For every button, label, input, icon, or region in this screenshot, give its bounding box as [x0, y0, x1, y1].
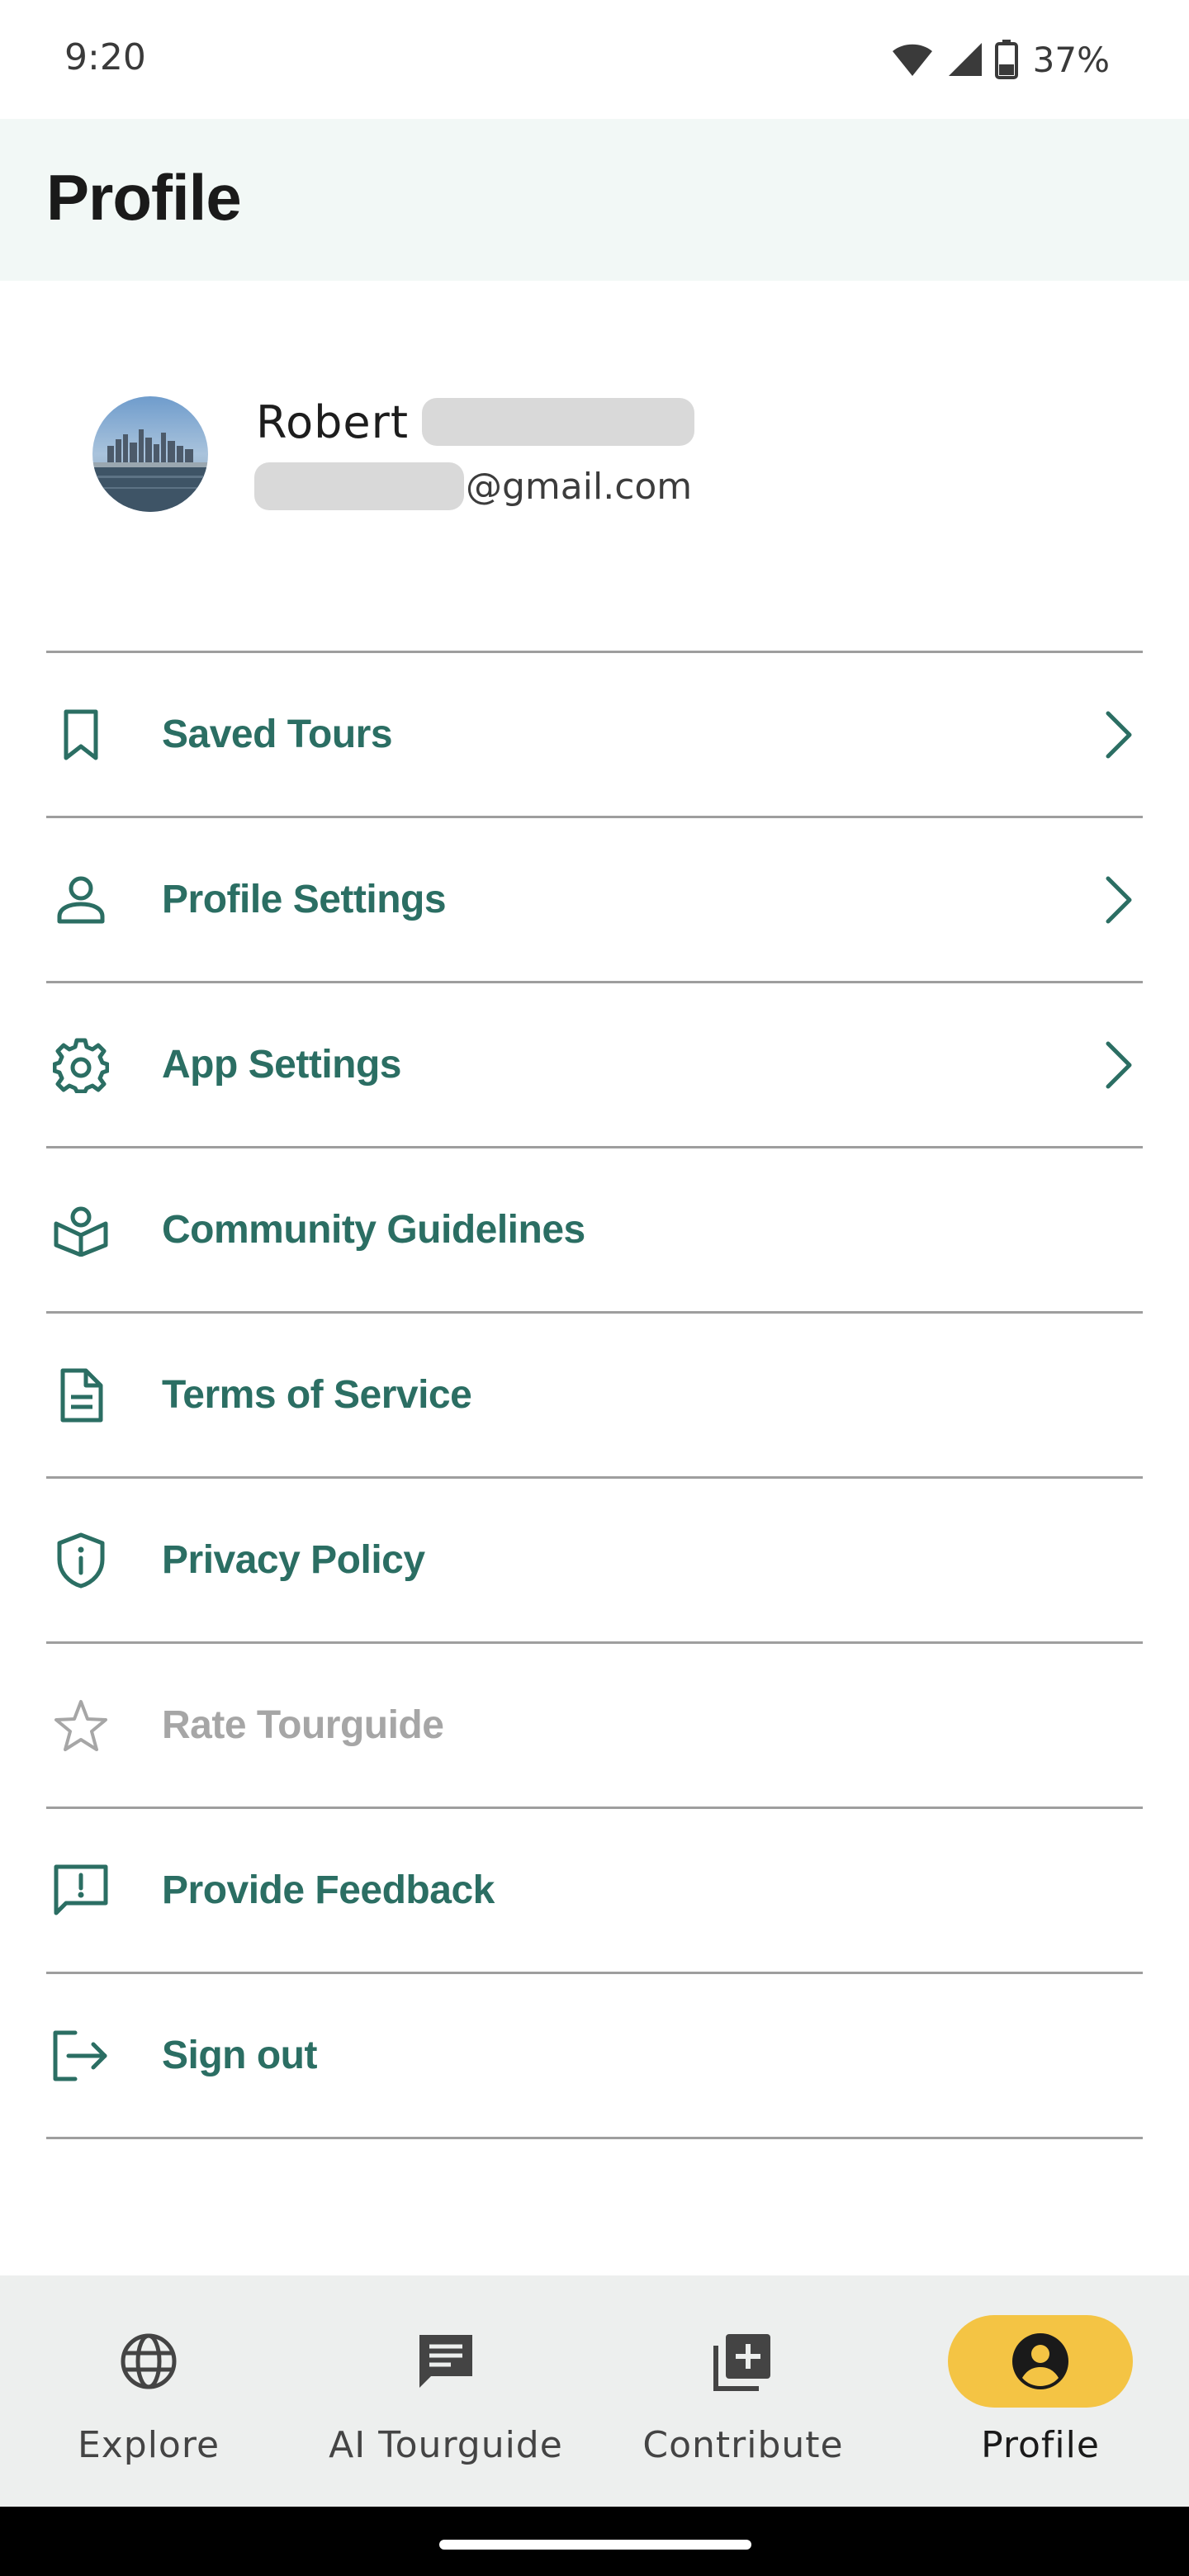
- redacted-last-name: [422, 398, 695, 446]
- nav-item-contribute[interactable]: Contribute: [594, 2275, 892, 2507]
- page-title: Profile: [46, 161, 242, 234]
- menu-item-label: Community Guidelines: [162, 1208, 585, 1252]
- menu-item-saved-tours[interactable]: Saved Tours: [46, 653, 1143, 818]
- bookmark-icon: [46, 653, 116, 816]
- menu-item-provide-feedback[interactable]: Provide Feedback: [46, 1809, 1143, 1974]
- nav-item-profile[interactable]: Profile: [892, 2275, 1189, 2507]
- document-icon: [46, 1314, 116, 1476]
- menu-item-label: Privacy Policy: [162, 1538, 425, 1582]
- nav-label: Profile: [981, 2424, 1100, 2466]
- app-bar: Profile: [0, 119, 1189, 281]
- shield-info-icon: [46, 1479, 116, 1641]
- menu-item-label: Profile Settings: [162, 878, 447, 921]
- status-icons: 37%: [891, 36, 1110, 83]
- status-bar: 9:20 37%: [0, 0, 1189, 119]
- account-circle-icon: [1012, 2333, 1068, 2389]
- menu-item-label: App Settings: [162, 1043, 402, 1087]
- menu-item-label: Saved Tours: [162, 713, 393, 756]
- menu-item-label: Sign out: [162, 2034, 317, 2077]
- person-icon: [46, 818, 116, 981]
- user-email-row: @gmail.com: [254, 461, 692, 512]
- user-first-name: Robert: [256, 395, 410, 448]
- menu-item-label: Terms of Service: [162, 1373, 472, 1417]
- battery-icon: [994, 40, 1018, 79]
- user-name-row: Robert: [256, 395, 695, 449]
- chat-icon: [419, 2335, 472, 2388]
- nav-icon-container: [651, 2315, 836, 2408]
- nav-icon-container: [56, 2315, 241, 2408]
- system-gesture-area: [0, 2507, 1189, 2576]
- bottom-navigation: Explore AI Tourguide Contribute Profile: [0, 2275, 1189, 2507]
- menu-item-sign-out[interactable]: Sign out: [46, 1974, 1143, 2139]
- globe-icon: [121, 2333, 177, 2389]
- sign-out-icon: [46, 1974, 116, 2137]
- menu-item-privacy-policy[interactable]: Privacy Policy: [46, 1479, 1143, 1644]
- redacted-email-user: [254, 462, 464, 510]
- menu-item-terms-of-service[interactable]: Terms of Service: [46, 1314, 1143, 1479]
- gesture-handle[interactable]: [439, 2540, 751, 2550]
- nav-label: AI Tourguide: [329, 2424, 563, 2466]
- chevron-right-icon: [1101, 818, 1135, 981]
- user-email-domain: @gmail.com: [466, 465, 693, 508]
- nav-label: Explore: [77, 2424, 220, 2466]
- chevron-right-icon: [1101, 983, 1135, 1146]
- add-box-icon: [713, 2334, 770, 2391]
- signal-icon: [948, 43, 982, 76]
- feedback-icon: [46, 1809, 116, 1972]
- nav-label: Contribute: [642, 2424, 844, 2466]
- gear-icon: [46, 983, 116, 1146]
- menu-item-profile-settings[interactable]: Profile Settings: [46, 818, 1143, 983]
- nav-icon-container: [353, 2315, 538, 2408]
- star-icon: [46, 1644, 116, 1807]
- profile-menu: Saved Tours Profile Settings App Setting…: [46, 651, 1143, 2139]
- user-profile-header: Robert @gmail.com: [0, 281, 1189, 652]
- menu-item-label: Rate Tourguide: [162, 1703, 444, 1747]
- status-time: 9:20: [64, 36, 146, 78]
- avatar: [92, 396, 208, 512]
- wifi-icon: [892, 44, 932, 76]
- menu-item-app-settings[interactable]: App Settings: [46, 983, 1143, 1148]
- nav-item-ai-tourguide[interactable]: AI Tourguide: [297, 2275, 594, 2507]
- menu-item-label: Provide Feedback: [162, 1868, 495, 1912]
- chevron-right-icon: [1101, 653, 1135, 816]
- open-book-icon: [46, 1148, 116, 1311]
- battery-percent: 37%: [1032, 39, 1110, 80]
- menu-item-community-guidelines[interactable]: Community Guidelines: [46, 1148, 1143, 1314]
- menu-item-rate-tourguide[interactable]: Rate Tourguide: [46, 1644, 1143, 1809]
- nav-icon-container: [948, 2315, 1133, 2408]
- nav-item-explore[interactable]: Explore: [0, 2275, 297, 2507]
